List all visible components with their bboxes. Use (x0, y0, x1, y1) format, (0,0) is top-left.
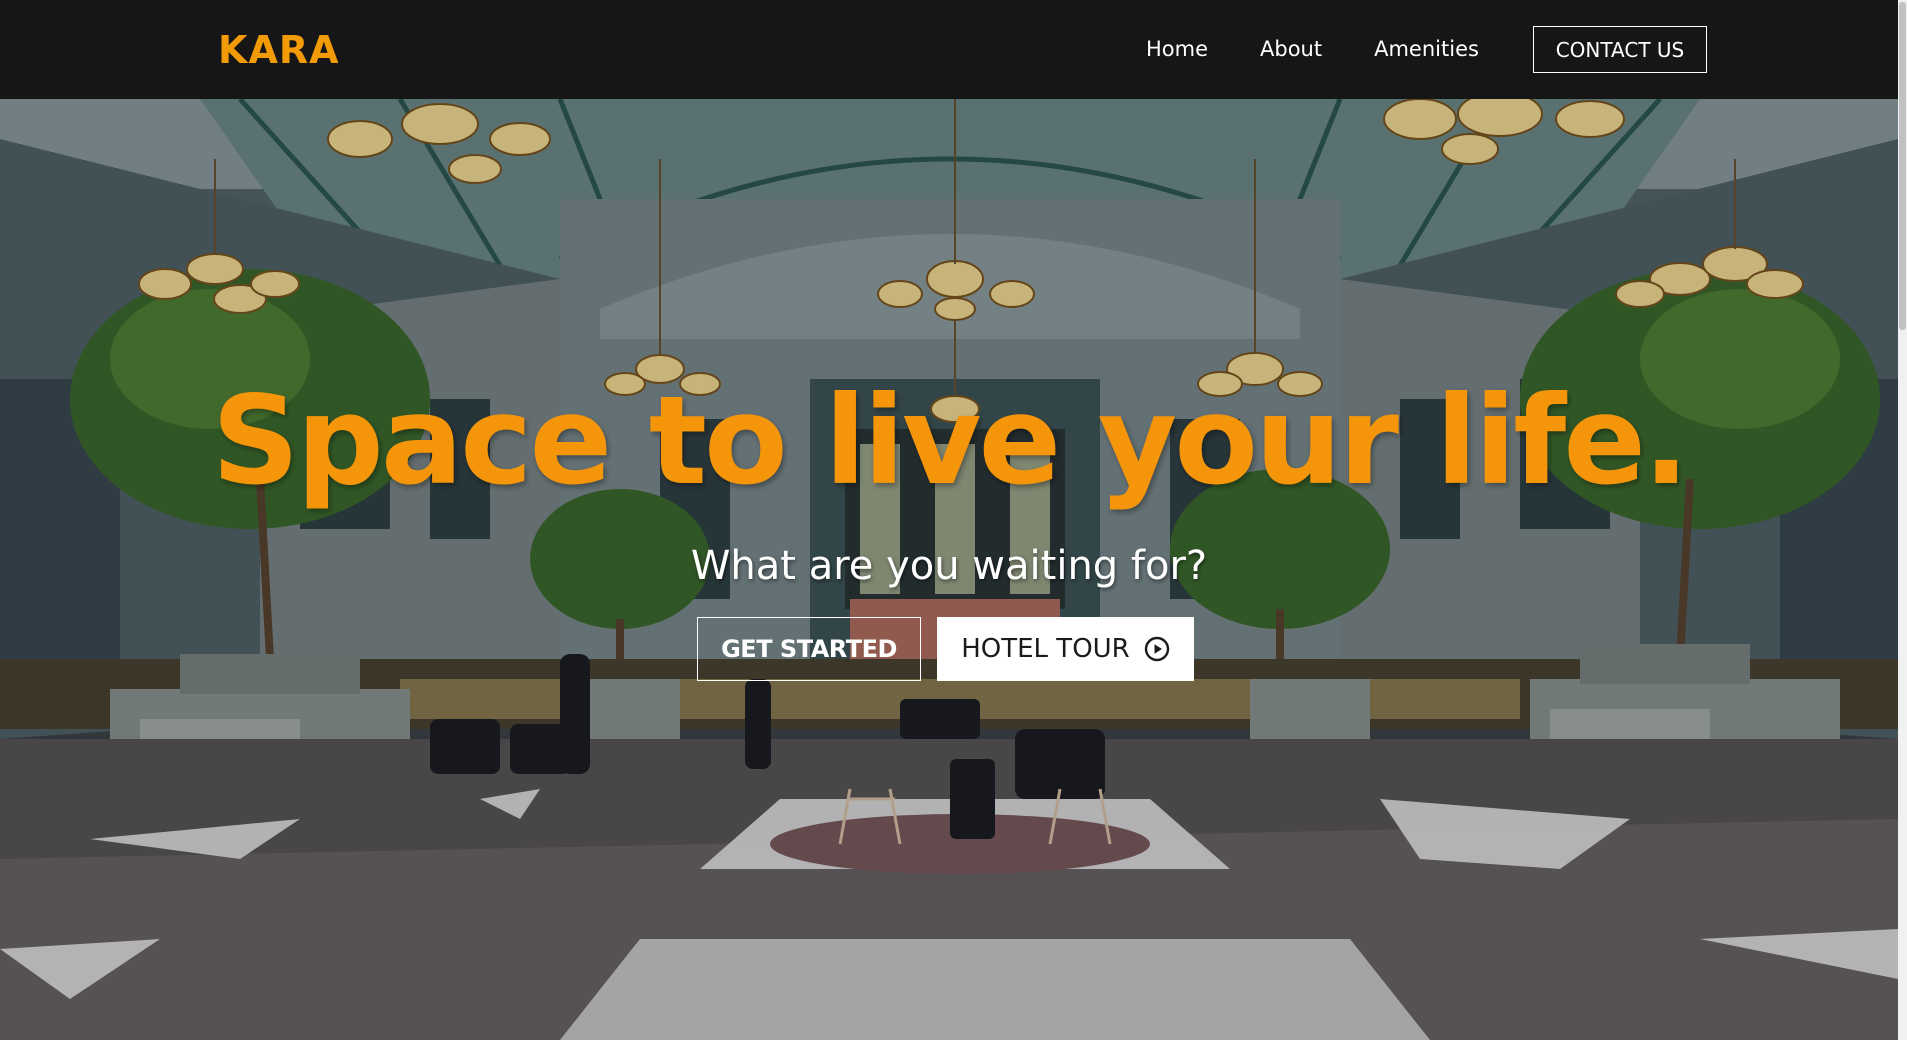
play-circle-icon (1144, 636, 1169, 662)
brand-logo[interactable]: KARA (218, 28, 340, 72)
hero-subheadline: What are you waiting for? (690, 543, 1208, 589)
top-navbar: KARA Home About Amenities CONTACT US (0, 0, 1898, 99)
contact-us-button[interactable]: CONTACT US (1533, 26, 1707, 73)
hotel-tour-label: HOTEL TOUR (961, 634, 1130, 664)
nav-link-about[interactable]: About (1260, 37, 1322, 61)
nav-link-amenities[interactable]: Amenities (1374, 37, 1479, 61)
scrollbar-thumb[interactable] (1899, 2, 1906, 330)
hero-headline: Space to live your life. (211, 370, 1690, 512)
get-started-button[interactable]: GET STARTED (697, 617, 921, 681)
nav-links: Home About Amenities (1146, 37, 1479, 61)
page-scrollbar[interactable] (1898, 0, 1907, 1040)
hotel-tour-button[interactable]: HOTEL TOUR (937, 617, 1194, 681)
nav-link-home[interactable]: Home (1146, 37, 1208, 61)
hero-cta-row: GET STARTED HOTEL TOUR (697, 617, 1194, 681)
hero-section: Space to live your life. What are you wa… (0, 99, 1898, 1040)
